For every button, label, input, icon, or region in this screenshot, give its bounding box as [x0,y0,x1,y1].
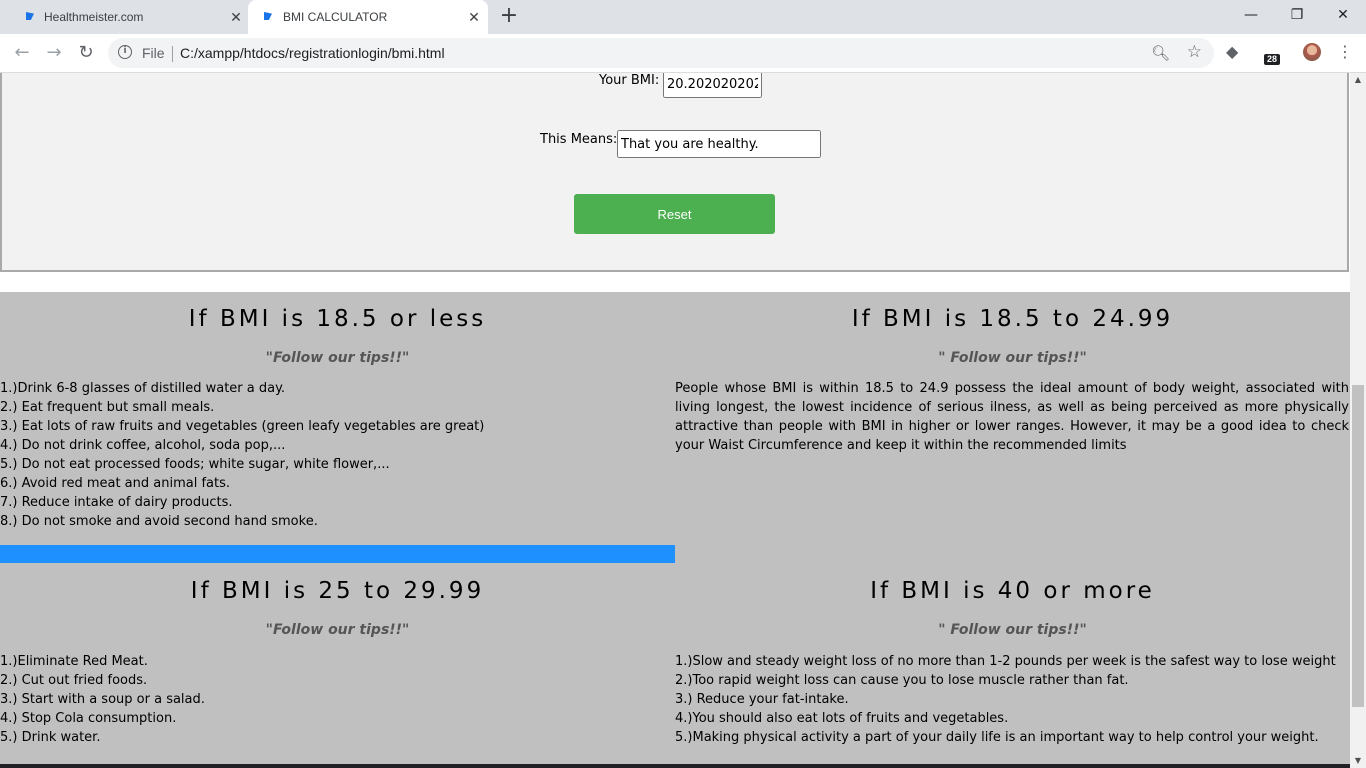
tab-bmi-calculator[interactable]: BMI CALCULATOR ✕ [248,0,488,34]
address-separator [172,46,173,62]
calculator-panel: Your BMI: This Means: Reset [0,73,1349,272]
list-item: 8.) Do not smoke and avoid second hand s… [0,514,318,529]
tab-title: Healthmeister.com [44,10,144,24]
tips-overweight: If BMI is 25 to 29.99 "Follow our tips!!… [0,564,675,764]
tab-title: BMI CALCULATOR [283,10,388,24]
tips-list: 1.)Slow and steady weight loss of no mor… [675,652,1336,747]
section-subtitle: " Follow our tips!!" [938,622,1087,638]
list-item: 1.)Drink 6-8 glasses of distilled water … [0,381,286,396]
close-window-button[interactable]: ✕ [1320,0,1366,30]
tips-list: 1.)Eliminate Red Meat. 2.) Cut out fried… [0,652,205,747]
tab-healthmeister[interactable]: Healthmeister.com ✕ [0,0,248,34]
maximize-button[interactable]: ❐ [1274,0,1320,30]
reset-button[interactable]: Reset [574,194,775,234]
address-url[interactable]: C:/xampp/htdocs/registrationlogin/bmi.ht… [180,45,445,61]
bmi-label: Your BMI: [599,73,660,88]
menu-dots-icon[interactable]: ⋮ [1337,42,1353,61]
back-button[interactable]: ← [8,39,36,67]
tips-healthy: If BMI is 18.5 to 24.99 " Follow our tip… [675,292,1350,542]
means-label: This Means: [540,132,618,147]
section-title: If BMI is 25 to 29.99 [190,578,485,604]
eraser-extension-icon[interactable]: ◆ [1226,42,1238,61]
list-item: 1.)Eliminate Red Meat. [0,654,148,669]
address-scheme: File [142,45,165,61]
section-subtitle: "Follow our tips!!" [265,622,410,638]
section-text: People whose BMI is within 18.5 to 24.9 … [675,381,1349,453]
tips-obese: If BMI is 40 or more " Follow our tips!!… [675,564,1350,764]
tab-close-icon[interactable]: ✕ [228,9,244,25]
section-title: If BMI is 18.5 to 24.99 [851,306,1174,332]
info-icon[interactable]: i [118,45,132,59]
scroll-down-arrow-icon[interactable]: ▼ [1350,754,1366,768]
tips-list: 1.)Drink 6-8 glasses of distilled water … [0,379,484,531]
tips-section: If BMI is 18.5 or less "Follow our tips!… [0,292,1350,768]
list-item: 3.) Start with a soup or a salad. [0,692,205,707]
favicon-icon [264,12,272,20]
scroll-up-arrow-icon[interactable]: ▲ [1350,73,1366,87]
list-item: 5.)Making physical activity a part of yo… [675,730,1319,745]
new-tab-button[interactable]: + [498,5,520,27]
meaning-result-field[interactable] [617,130,821,158]
list-item: 5.) Do not eat processed foods; white su… [0,457,390,472]
extension-badge[interactable]: 28 [1264,54,1281,65]
list-item: 3.) Eat lots of raw fruits and vegetable… [0,419,485,434]
divider-bar [0,545,675,563]
list-item: 2.) Cut out fried foods. [0,673,148,688]
list-item: 6.) Avoid red meat and animal fats. [0,476,231,491]
section-subtitle: " Follow our tips!!" [938,350,1087,366]
bmi-result-field[interactable] [663,73,762,98]
list-item: 1.)Slow and steady weight loss of no mor… [675,654,1336,669]
vertical-scrollbar[interactable]: ▲ ▼ [1350,73,1366,768]
favicon-icon [26,12,34,20]
tab-close-icon[interactable]: ✕ [466,9,482,25]
address-bar[interactable]: i File C:/xampp/htdocs/registrationlogin… [108,38,1214,68]
tab-strip: Healthmeister.com ✕ BMI CALCULATOR ✕ + —… [0,0,1366,34]
bookmark-star-icon[interactable]: ☆ [1187,42,1202,62]
list-item: 3.) Reduce your fat-intake. [675,692,849,707]
scroll-thumb[interactable] [1352,385,1364,707]
forward-button[interactable]: → [40,39,68,67]
reload-button[interactable]: ↻ [72,39,100,67]
list-item: 5.) Drink water. [0,730,101,745]
section-subtitle: "Follow our tips!!" [265,350,410,366]
list-item: 4.) Stop Cola consumption. [0,711,177,726]
list-item: 4.)You should also eat lots of fruits an… [675,711,1009,726]
list-item: 2.)Too rapid weight loss can cause you t… [675,673,1129,688]
list-item: 2.) Eat frequent but small meals. [0,400,215,415]
browser-toolbar: ← → ↻ i File C:/xampp/htdocs/registratio… [0,34,1366,73]
tips-underweight: If BMI is 18.5 or less "Follow our tips!… [0,292,675,542]
minimize-button[interactable]: — [1228,0,1274,30]
page-viewport: Your BMI: This Means: Reset If BMI is 18… [0,73,1350,768]
list-item: 4.) Do not drink coffee, alcohol, soda p… [0,438,286,453]
section-title: If BMI is 40 or more [870,578,1155,604]
profile-avatar[interactable] [1303,43,1321,61]
list-item: 7.) Reduce intake of dairy products. [0,495,233,510]
section-title: If BMI is 18.5 or less [188,306,487,332]
zoom-icon[interactable]: 🔍︎ [1151,44,1170,62]
taskbar-edge [0,764,1350,768]
